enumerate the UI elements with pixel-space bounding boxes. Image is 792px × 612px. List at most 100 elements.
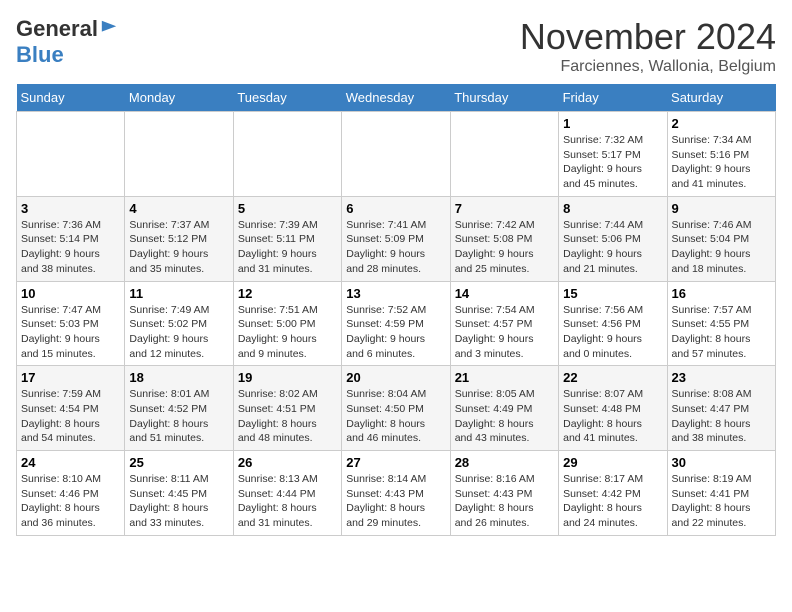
header: General Blue November 2024 Farciennes, W…	[16, 16, 776, 76]
calendar-cell: 14 Sunrise: 7:54 AM Sunset: 4:57 PM Dayli…	[450, 281, 558, 366]
day-number: 17	[21, 370, 120, 385]
day-number: 25	[129, 455, 228, 470]
day-of-week-header: Wednesday	[342, 84, 450, 112]
calendar-cell: 29 Sunrise: 8:17 AM Sunset: 4:42 PM Dayli…	[559, 451, 667, 536]
day-info: Sunrise: 7:44 AM Sunset: 5:06 PM Dayligh…	[563, 218, 662, 277]
day-info: Sunrise: 7:56 AM Sunset: 4:56 PM Dayligh…	[563, 303, 662, 362]
calendar-table: SundayMondayTuesdayWednesdayThursdayFrid…	[16, 84, 776, 536]
calendar-cell: 24 Sunrise: 8:10 AM Sunset: 4:46 PM Dayli…	[17, 451, 125, 536]
calendar-cell: 15 Sunrise: 7:56 AM Sunset: 4:56 PM Dayli…	[559, 281, 667, 366]
day-info: Sunrise: 8:14 AM Sunset: 4:43 PM Dayligh…	[346, 472, 445, 531]
day-number: 24	[21, 455, 120, 470]
calendar-cell: 28 Sunrise: 8:16 AM Sunset: 4:43 PM Dayli…	[450, 451, 558, 536]
day-number: 1	[563, 116, 662, 131]
calendar-cell	[125, 112, 233, 197]
day-number: 30	[672, 455, 771, 470]
calendar-cell: 18 Sunrise: 8:01 AM Sunset: 4:52 PM Dayli…	[125, 366, 233, 451]
day-number: 8	[563, 201, 662, 216]
logo: General Blue	[16, 16, 118, 68]
day-number: 2	[672, 116, 771, 131]
day-number: 5	[238, 201, 337, 216]
day-of-week-header: Friday	[559, 84, 667, 112]
day-number: 6	[346, 201, 445, 216]
day-info: Sunrise: 8:16 AM Sunset: 4:43 PM Dayligh…	[455, 472, 554, 531]
calendar-cell: 1 Sunrise: 7:32 AM Sunset: 5:17 PM Daylig…	[559, 112, 667, 197]
day-info: Sunrise: 7:51 AM Sunset: 5:00 PM Dayligh…	[238, 303, 337, 362]
day-info: Sunrise: 8:13 AM Sunset: 4:44 PM Dayligh…	[238, 472, 337, 531]
day-info: Sunrise: 8:02 AM Sunset: 4:51 PM Dayligh…	[238, 387, 337, 446]
day-info: Sunrise: 7:32 AM Sunset: 5:17 PM Dayligh…	[563, 133, 662, 192]
day-info: Sunrise: 7:52 AM Sunset: 4:59 PM Dayligh…	[346, 303, 445, 362]
day-info: Sunrise: 8:19 AM Sunset: 4:41 PM Dayligh…	[672, 472, 771, 531]
day-info: Sunrise: 8:04 AM Sunset: 4:50 PM Dayligh…	[346, 387, 445, 446]
day-number: 4	[129, 201, 228, 216]
day-info: Sunrise: 8:05 AM Sunset: 4:49 PM Dayligh…	[455, 387, 554, 446]
day-number: 13	[346, 286, 445, 301]
day-of-week-header: Tuesday	[233, 84, 341, 112]
calendar-cell: 25 Sunrise: 8:11 AM Sunset: 4:45 PM Dayli…	[125, 451, 233, 536]
day-number: 28	[455, 455, 554, 470]
day-number: 26	[238, 455, 337, 470]
day-info: Sunrise: 7:54 AM Sunset: 4:57 PM Dayligh…	[455, 303, 554, 362]
day-info: Sunrise: 7:49 AM Sunset: 5:02 PM Dayligh…	[129, 303, 228, 362]
day-info: Sunrise: 7:39 AM Sunset: 5:11 PM Dayligh…	[238, 218, 337, 277]
calendar-cell: 30 Sunrise: 8:19 AM Sunset: 4:41 PM Dayli…	[667, 451, 775, 536]
day-info: Sunrise: 7:42 AM Sunset: 5:08 PM Dayligh…	[455, 218, 554, 277]
day-info: Sunrise: 7:34 AM Sunset: 5:16 PM Dayligh…	[672, 133, 771, 192]
day-number: 18	[129, 370, 228, 385]
calendar-cell	[450, 112, 558, 197]
calendar-cell: 2 Sunrise: 7:34 AM Sunset: 5:16 PM Daylig…	[667, 112, 775, 197]
calendar-cell: 21 Sunrise: 8:05 AM Sunset: 4:49 PM Dayli…	[450, 366, 558, 451]
day-number: 20	[346, 370, 445, 385]
day-info: Sunrise: 8:08 AM Sunset: 4:47 PM Dayligh…	[672, 387, 771, 446]
logo-blue-text: Blue	[16, 42, 64, 67]
calendar-cell: 4 Sunrise: 7:37 AM Sunset: 5:12 PM Daylig…	[125, 196, 233, 281]
day-info: Sunrise: 8:01 AM Sunset: 4:52 PM Dayligh…	[129, 387, 228, 446]
day-number: 29	[563, 455, 662, 470]
day-info: Sunrise: 8:11 AM Sunset: 4:45 PM Dayligh…	[129, 472, 228, 531]
day-info: Sunrise: 8:17 AM Sunset: 4:42 PM Dayligh…	[563, 472, 662, 531]
calendar-cell: 20 Sunrise: 8:04 AM Sunset: 4:50 PM Dayli…	[342, 366, 450, 451]
day-info: Sunrise: 7:57 AM Sunset: 4:55 PM Dayligh…	[672, 303, 771, 362]
calendar-cell: 6 Sunrise: 7:41 AM Sunset: 5:09 PM Daylig…	[342, 196, 450, 281]
calendar-cell: 5 Sunrise: 7:39 AM Sunset: 5:11 PM Daylig…	[233, 196, 341, 281]
calendar-cell: 8 Sunrise: 7:44 AM Sunset: 5:06 PM Daylig…	[559, 196, 667, 281]
location-subtitle: Farciennes, Wallonia, Belgium	[520, 58, 776, 76]
day-info: Sunrise: 7:59 AM Sunset: 4:54 PM Dayligh…	[21, 387, 120, 446]
calendar-header-row: SundayMondayTuesdayWednesdayThursdayFrid…	[17, 84, 776, 112]
day-of-week-header: Sunday	[17, 84, 125, 112]
calendar-cell: 12Sunrise: 7:51 AM Sunset: 5:00 PM Dayli…	[233, 281, 341, 366]
day-info: Sunrise: 7:41 AM Sunset: 5:09 PM Dayligh…	[346, 218, 445, 277]
day-number: 19	[238, 370, 337, 385]
calendar-cell: 22Sunrise: 8:07 AM Sunset: 4:48 PM Dayli…	[559, 366, 667, 451]
day-number: 14	[455, 286, 554, 301]
calendar-cell: 19 Sunrise: 8:02 AM Sunset: 4:51 PM Dayli…	[233, 366, 341, 451]
day-number: 27	[346, 455, 445, 470]
day-info: Sunrise: 7:47 AM Sunset: 5:03 PM Dayligh…	[21, 303, 120, 362]
day-of-week-header: Saturday	[667, 84, 775, 112]
day-info: Sunrise: 7:37 AM Sunset: 5:12 PM Dayligh…	[129, 218, 228, 277]
calendar-cell: 17 Sunrise: 7:59 AM Sunset: 4:54 PM Dayli…	[17, 366, 125, 451]
calendar-week-row: 1 Sunrise: 7:32 AM Sunset: 5:17 PM Daylig…	[17, 112, 776, 197]
day-number: 7	[455, 201, 554, 216]
day-number: 23	[672, 370, 771, 385]
calendar-cell: 10Sunrise: 7:47 AM Sunset: 5:03 PM Dayli…	[17, 281, 125, 366]
day-number: 22	[563, 370, 662, 385]
logo-flag-icon	[100, 19, 118, 37]
day-info: Sunrise: 7:36 AM Sunset: 5:14 PM Dayligh…	[21, 218, 120, 277]
calendar-cell: 23 Sunrise: 8:08 AM Sunset: 4:47 PM Dayli…	[667, 366, 775, 451]
calendar-cell: 9Sunrise: 7:46 AM Sunset: 5:04 PM Daylig…	[667, 196, 775, 281]
calendar-week-row: 10Sunrise: 7:47 AM Sunset: 5:03 PM Dayli…	[17, 281, 776, 366]
calendar-week-row: 17 Sunrise: 7:59 AM Sunset: 4:54 PM Dayli…	[17, 366, 776, 451]
calendar-cell: 3 Sunrise: 7:36 AM Sunset: 5:14 PM Daylig…	[17, 196, 125, 281]
calendar-cell: 26 Sunrise: 8:13 AM Sunset: 4:44 PM Dayli…	[233, 451, 341, 536]
day-number: 16	[672, 286, 771, 301]
logo-general-text: General	[16, 16, 98, 42]
day-info: Sunrise: 7:46 AM Sunset: 5:04 PM Dayligh…	[672, 218, 771, 277]
day-number: 21	[455, 370, 554, 385]
day-number: 3	[21, 201, 120, 216]
day-info: Sunrise: 8:10 AM Sunset: 4:46 PM Dayligh…	[21, 472, 120, 531]
day-number: 15	[563, 286, 662, 301]
calendar-cell: 11Sunrise: 7:49 AM Sunset: 5:02 PM Dayli…	[125, 281, 233, 366]
calendar-cell: 13 Sunrise: 7:52 AM Sunset: 4:59 PM Dayli…	[342, 281, 450, 366]
